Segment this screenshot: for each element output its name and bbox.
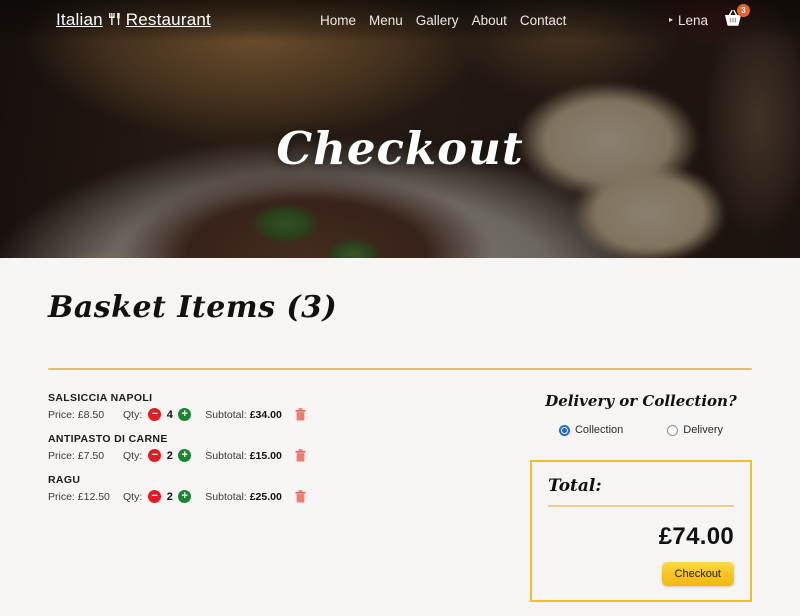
subtotal-value: £34.00 <box>249 408 282 421</box>
main-content: Basket Items (3) SALSICCIA NAPOLI Price:… <box>0 258 800 616</box>
section-divider <box>48 368 752 370</box>
decrement-quantity-button[interactable]: − <box>148 449 162 462</box>
total-label: Total: <box>548 476 602 496</box>
quantity-stepper: − 4 + <box>148 408 192 421</box>
nav-link-contact[interactable]: Contact <box>520 13 567 28</box>
brand-name-right: Restaurant <box>125 10 211 29</box>
price-value: £7.50 <box>77 449 105 462</box>
radio-collection-label: Collection <box>574 424 624 436</box>
total-divider <box>548 505 734 507</box>
brand-logo[interactable]: Italian Restaurant <box>56 10 211 30</box>
item-name: SALSICCIA NAPOLI <box>48 392 153 404</box>
cart-button[interactable]: 3 <box>722 4 750 31</box>
hero-banner: Italian Restaurant Home Menu Gallery Abo… <box>0 0 800 258</box>
fork-knife-icon <box>108 12 121 28</box>
navbar-right-group: ▸ Lena 3 <box>669 4 750 31</box>
subtotal-label: Subtotal: <box>205 408 247 421</box>
basket-items-list: SALSICCIA NAPOLI Price: £8.50 Qty: − 4 +… <box>48 392 368 602</box>
radio-delivery-indicator[interactable] <box>667 424 679 436</box>
delivery-section-title: Delivery or Collection? <box>545 392 737 410</box>
decrement-quantity-button[interactable]: − <box>148 490 162 503</box>
total-panel: Total: £74.00 Checkout <box>530 460 752 602</box>
subtotal-label: Subtotal: <box>205 449 247 462</box>
user-menu-dropdown[interactable]: ▸ Lena <box>669 13 708 28</box>
nav-links: Home Menu Gallery About Contact <box>320 13 566 28</box>
item-price: Price: £12.50 <box>48 491 123 503</box>
price-label: Price: <box>48 449 75 462</box>
cart-badge-count: 3 <box>737 4 750 17</box>
radio-option-delivery[interactable]: Delivery <box>667 424 723 436</box>
brand-name-left: Italian <box>56 10 103 29</box>
quantity-value: 2 <box>166 449 173 462</box>
qty-label: Qty: <box>123 449 143 462</box>
price-label: Price: <box>48 490 75 503</box>
nav-link-gallery[interactable]: Gallery <box>416 13 459 28</box>
price-value: £12.50 <box>77 490 110 503</box>
price-label: Price: <box>48 408 75 421</box>
radio-option-collection[interactable]: Collection <box>558 424 624 436</box>
quantity-value: 4 <box>166 408 173 421</box>
increment-quantity-button[interactable]: + <box>178 490 192 503</box>
basket-item: SALSICCIA NAPOLI Price: £8.50 Qty: − 4 +… <box>48 392 368 421</box>
delivery-options-group: Collection Delivery <box>530 424 752 436</box>
increment-quantity-button[interactable]: + <box>178 408 192 421</box>
trash-icon[interactable] <box>295 408 306 421</box>
checkout-button[interactable]: Checkout <box>661 562 734 586</box>
increment-quantity-button[interactable]: + <box>178 449 192 462</box>
basket-item: ANTIPASTO DI CARNE Price: £7.50 Qty: − 2… <box>48 433 368 462</box>
nav-link-menu[interactable]: Menu <box>369 13 403 28</box>
item-details-row: Price: £8.50 Qty: − 4 + Subtotal: £34.00 <box>48 408 368 421</box>
decrement-quantity-button[interactable]: − <box>148 408 162 421</box>
checkout-button-row: Checkout <box>548 562 734 586</box>
radio-delivery-label: Delivery <box>683 424 724 436</box>
trash-icon[interactable] <box>295 490 306 503</box>
item-price: Price: £7.50 <box>48 450 123 462</box>
nav-link-home[interactable]: Home <box>320 13 356 28</box>
quantity-stepper: − 2 + <box>148 490 192 503</box>
top-navbar: Italian Restaurant Home Menu Gallery Abo… <box>0 0 800 40</box>
quantity-value: 2 <box>166 490 173 503</box>
subtotal-value: £25.00 <box>249 490 282 503</box>
hero-title: Checkout <box>276 122 524 175</box>
qty-label: Qty: <box>123 490 143 503</box>
order-summary-column: Delivery or Collection? Collection Deliv… <box>530 392 752 602</box>
page-title: Basket Items (3) <box>48 290 338 325</box>
qty-label: Qty: <box>123 408 143 421</box>
item-price: Price: £8.50 <box>48 409 123 421</box>
chevron-right-icon: ▸ <box>668 15 673 24</box>
price-value: £8.50 <box>77 408 105 421</box>
subtotal-label: Subtotal: <box>205 490 247 503</box>
content-columns: SALSICCIA NAPOLI Price: £8.50 Qty: − 4 +… <box>48 392 752 602</box>
subtotal-value: £15.00 <box>249 449 282 462</box>
item-details-row: Price: £12.50 Qty: − 2 + Subtotal: £25.0… <box>48 490 368 503</box>
quantity-stepper: − 2 + <box>148 449 192 462</box>
user-name-label: Lena <box>677 12 708 28</box>
nav-link-about[interactable]: About <box>472 13 507 28</box>
basket-item: RAGU Price: £12.50 Qty: − 2 + Subtotal: … <box>48 474 368 503</box>
item-name: ANTIPASTO DI CARNE <box>48 433 168 445</box>
radio-collection-indicator[interactable] <box>558 424 570 436</box>
trash-icon[interactable] <box>295 449 306 462</box>
item-details-row: Price: £7.50 Qty: − 2 + Subtotal: £15.00 <box>48 449 368 462</box>
item-name: RAGU <box>48 474 81 486</box>
total-amount: £74.00 <box>658 522 734 550</box>
